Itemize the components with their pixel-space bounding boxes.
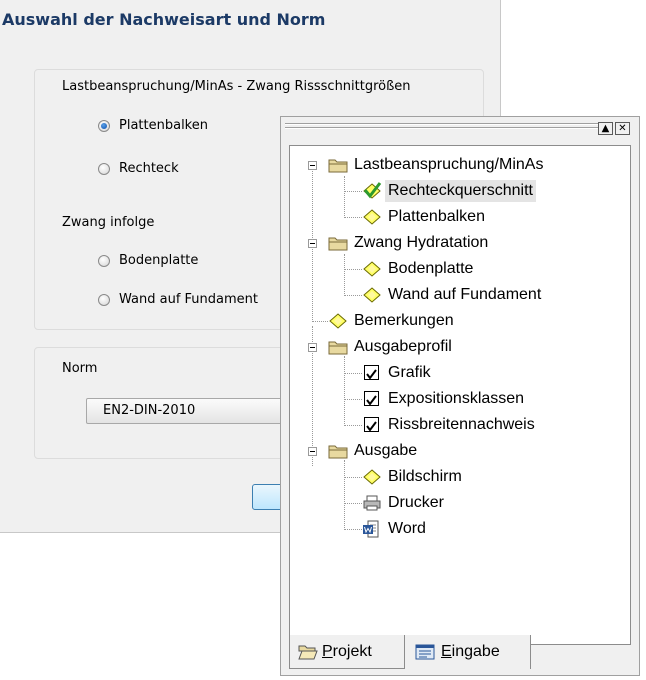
- group1-heading: Lastbeanspruchung/MinAs - Zwang Rissschn…: [62, 79, 411, 94]
- panel-grip[interactable]: [285, 123, 607, 125]
- tree-line: [344, 295, 362, 296]
- tree-node-rechteckquerschnitt[interactable]: Rechteckquerschnitt: [290, 180, 630, 202]
- collapse-toggle-icon[interactable]: [308, 447, 317, 456]
- collapse-toggle-icon[interactable]: [308, 161, 317, 170]
- tree-line: [344, 217, 362, 218]
- radio-plattenbalken-label[interactable]: Plattenbalken: [119, 118, 208, 133]
- checkbox-checked-icon[interactable]: [364, 417, 379, 432]
- tree-node-label: Ausgabe: [354, 442, 418, 459]
- tree-node-ausgabe[interactable]: Ausgabe: [290, 440, 630, 462]
- checkbox-checked-icon[interactable]: [364, 391, 379, 406]
- diamond-icon: [363, 469, 381, 485]
- open-folder-icon: [298, 645, 318, 660]
- tree-node-ausgabeprofil[interactable]: Ausgabeprofil: [290, 336, 630, 358]
- folder-icon: [328, 445, 348, 459]
- folder-icon: [328, 159, 348, 173]
- tree-node-label: Bemerkungen: [354, 312, 454, 329]
- tree-node-label: Rissbreitennachweis: [388, 416, 535, 433]
- tab-projekt-label: Projekt: [322, 643, 372, 660]
- tree-line: [344, 191, 362, 192]
- checked-diamond-icon: [363, 182, 382, 199]
- norm-select[interactable]: EN2-DIN-2010: [86, 398, 286, 424]
- panel-grip-line: [285, 127, 607, 129]
- tree-line: [344, 399, 362, 400]
- tree-node-label: Drucker: [388, 494, 445, 511]
- tree-node-wand-auf-fundament[interactable]: Wand auf Fundament: [290, 284, 630, 306]
- collapse-toggle-icon[interactable]: [308, 239, 317, 248]
- form-icon: [415, 644, 435, 660]
- tree-node-label: Plattenbalken: [388, 208, 485, 225]
- diamond-icon: [363, 209, 381, 225]
- tree-line: [344, 477, 362, 478]
- radio-rechteck[interactable]: [98, 163, 110, 175]
- norm-label: Norm: [62, 361, 98, 376]
- scroll-up-button[interactable]: ▲: [598, 122, 613, 135]
- navigation-panel: ▲ ✕ Lastbeanspruchung/MinAs Rechteckquer…: [280, 116, 640, 676]
- tree-node-label: Bildschirm: [388, 468, 462, 485]
- tree-node-zwang-hydratation[interactable]: Zwang Hydratation: [290, 232, 630, 254]
- tree-node-label: Grafik: [388, 364, 431, 381]
- diamond-icon: [329, 313, 347, 329]
- tree-line: [312, 321, 328, 322]
- tree-node-rissbreitennachweis[interactable]: Rissbreitennachweis: [290, 414, 630, 436]
- tree-node-bildschirm[interactable]: Bildschirm: [290, 466, 630, 488]
- zwang-heading: Zwang infolge: [62, 215, 155, 230]
- tab-eingabe-label: Eingabe: [441, 643, 500, 660]
- tree-node-grafik[interactable]: Grafik: [290, 362, 630, 384]
- close-button[interactable]: ✕: [615, 122, 630, 135]
- tree-line: [344, 503, 362, 504]
- diamond-icon: [363, 261, 381, 277]
- dialog-title: Auswahl der Nachweisart und Norm: [0, 0, 500, 40]
- tree-node-label: Expositionsklassen: [388, 390, 525, 407]
- tree-node-expositionsklassen[interactable]: Expositionsklassen: [290, 388, 630, 410]
- collapse-toggle-icon[interactable]: [308, 343, 317, 352]
- radio-plattenbalken[interactable]: [98, 120, 110, 132]
- tree-node-label: Lastbeanspruchung/MinAs: [354, 156, 544, 173]
- tree-node-label: Word: [388, 520, 426, 537]
- panel-tab-bar: Projekt Eingabe: [289, 635, 631, 671]
- checkbox-checked-icon[interactable]: [364, 365, 379, 380]
- tree-line: [344, 529, 362, 530]
- printer-icon: [363, 495, 381, 511]
- radio-rechteck-label[interactable]: Rechteck: [119, 161, 179, 176]
- word-icon: [363, 520, 379, 538]
- radio-wand-auf-fundament[interactable]: [98, 294, 110, 306]
- tree-node-lastbeanspruchung[interactable]: Lastbeanspruchung/MinAs: [290, 154, 630, 176]
- radio-wand-label[interactable]: Wand auf Fundament: [119, 292, 258, 307]
- tree-node-plattenbalken[interactable]: Plattenbalken: [290, 206, 630, 228]
- tree-line: [344, 373, 362, 374]
- tree-node-label: Ausgabeprofil: [354, 338, 452, 355]
- radio-bodenplatte[interactable]: [98, 255, 110, 267]
- radio-bodenplatte-label[interactable]: Bodenplatte: [119, 253, 198, 268]
- tree-node-label: Rechteckquerschnitt: [385, 180, 536, 202]
- tree-node-bodenplatte[interactable]: Bodenplatte: [290, 258, 630, 280]
- tree-line: [344, 425, 362, 426]
- tree-node-label: Wand auf Fundament: [388, 286, 542, 303]
- folder-icon: [328, 237, 348, 251]
- tree-node-label: Bodenplatte: [388, 260, 474, 277]
- tree-view[interactable]: Lastbeanspruchung/MinAs Rechteckquerschn…: [289, 145, 631, 645]
- tree-line: [344, 269, 362, 270]
- tab-eingabe[interactable]: Eingabe: [405, 635, 531, 669]
- tree-node-bemerkungen[interactable]: Bemerkungen: [290, 310, 630, 332]
- tab-projekt[interactable]: Projekt: [289, 635, 405, 669]
- tree-node-drucker[interactable]: Drucker: [290, 492, 630, 514]
- tree-node-word[interactable]: Word: [290, 518, 630, 540]
- diamond-icon: [363, 287, 381, 303]
- folder-icon: [328, 341, 348, 355]
- tree-node-label: Zwang Hydratation: [354, 234, 489, 251]
